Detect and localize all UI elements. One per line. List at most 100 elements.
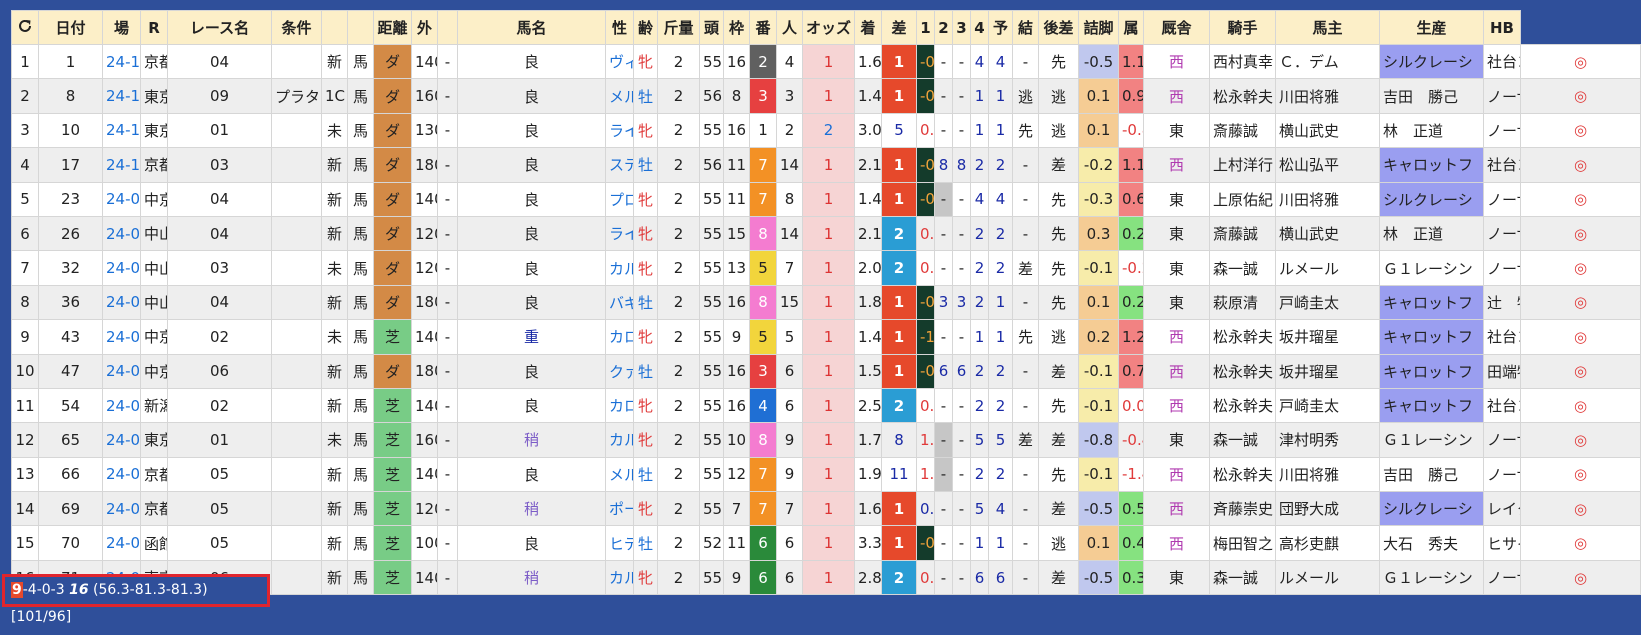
race-date-link[interactable]: 24-07/27 [102,387,141,424]
horse-name-link[interactable]: プロミストジーン [605,181,634,217]
race-date-link[interactable]: 24-10/26 [102,43,141,80]
horse-number: 15 [776,284,803,321]
surface-badge: ダ [373,181,412,217]
distance: 1800 [411,284,438,321]
table-row: 41724-10/06京都03新馬ダ1800-良ステイクオール牡256.0117… [11,147,1641,183]
row-id: 8 [38,78,103,114]
race-name [271,284,322,321]
race-name [271,456,322,493]
horse-name-link[interactable]: ライストン [605,215,634,252]
race-date-link[interactable]: 24-09/14 [102,284,141,321]
distance: 1200 [411,250,438,286]
post-frame: 8 [749,422,777,458]
predicted-style: - [1012,215,1039,252]
surface-badge: ダ [373,147,412,183]
table-row: 62624-09/22中山04新馬ダ1200-良ライストン牝255.015814… [11,215,1641,252]
corner-4: 2 [988,387,1013,424]
column-header: レース名 [167,10,272,45]
row-id: 69 [38,491,103,527]
race-date-link[interactable]: 24-08/31 [102,319,141,355]
trainer: 松永幹夫 [1209,456,1276,493]
distance: 1200 [411,215,438,252]
refresh-icon[interactable] [17,19,33,38]
actual-style: 先 [1038,250,1079,286]
horse-name-link[interactable]: カルデライト [605,422,634,458]
horse-name-link[interactable]: バギーウィップ [605,284,634,321]
actual-style: 先 [1038,43,1079,80]
horse-name-link[interactable]: カロローザ [605,319,634,355]
row-number: 1 [11,43,39,80]
horse-name-link[interactable]: クァンタムウェーブ [605,353,634,389]
race-date-link[interactable]: 24-09/22 [102,181,141,217]
trainer: 斎藤誠 [1209,112,1276,149]
horse-name-link[interactable]: ライストン [605,112,634,149]
actual-style: 逃 [1038,319,1079,355]
horse-name-link[interactable]: メルキオル [605,456,634,493]
outer-track: - [437,559,458,596]
race-date-link[interactable]: 24-10/06 [102,147,141,183]
margin: 0.3 [916,250,935,286]
horse-number: 6 [776,559,803,596]
row-number: 5 [11,181,39,217]
race-date-link[interactable]: 24-09/22 [102,215,141,252]
age: 2 [657,456,700,493]
horse-name-link[interactable]: カロローザ [605,387,634,424]
horse-name-link[interactable]: ヒデノブルースカイ [605,525,634,561]
odds: 2.1 [854,215,882,252]
owner: キャロットフ [1379,284,1484,321]
horse-name-link[interactable]: メルキオル [605,78,634,114]
corner-3: 2 [970,456,989,493]
race-date-link[interactable]: 24-06/08 [102,525,141,561]
horse-name-link[interactable]: カルデライト [605,559,634,596]
row-number: 13 [11,456,39,493]
horse-number: 9 [776,456,803,493]
venue: 中山 [140,215,168,252]
race-date-link[interactable]: 24-06/23 [102,422,141,458]
horse-name-link[interactable]: ステイクオール [605,147,634,183]
horse-number: 9 [776,422,803,458]
race-date-link[interactable]: 24-10/14 [102,78,141,114]
race-date-link[interactable]: 24-06/22 [102,456,141,493]
table-row: 115424-07/27新潟02新馬芝1400-良カロローザ牝255.01646… [11,387,1641,424]
late-diff: 0.2 [1078,319,1119,355]
late-diff: 0.1 [1078,78,1119,114]
outer-track: - [437,387,458,424]
outer-track: - [437,112,458,149]
hb-mark: ◎ [1520,250,1641,286]
affiliation: 東 [1143,112,1210,149]
odds: 2.0 [854,250,882,286]
affiliation: 東 [1143,250,1210,286]
popularity: 1 [802,525,855,561]
trainer: 梅田智之 [1209,525,1276,561]
breeder: 社台コーポレ [1483,319,1521,355]
race-date-link[interactable]: 24-08/17 [102,353,141,389]
race-class: 新 [321,491,348,527]
race-number: 09 [167,78,272,114]
owner: Ｇ１レーシン [1379,559,1484,596]
surface-badge: 芝 [373,525,412,561]
horse-name-link[interactable]: ヴィリアリート [605,43,634,80]
outer-track: - [437,353,458,389]
odds: 1.4 [854,78,882,114]
hb-mark: ◎ [1520,147,1641,183]
race-date-link[interactable]: 24-10/14 [102,112,141,149]
race-date-link[interactable]: 24-09/16 [102,250,141,286]
odds: 1.4 [854,319,882,355]
column-header: R [140,10,168,45]
weight: 55.0 [699,387,724,424]
table-row: 136624-06/22京都05新馬芝1400-良メルキオル牡255.01279… [11,456,1641,493]
column-header: 厩舎 [1143,10,1210,45]
horse-name-link[interactable]: ポートデラメール [605,491,634,527]
weight: 56.0 [699,78,724,114]
column-header: 4 [970,10,989,45]
track-condition: 良 [457,215,606,252]
actual-style: 差 [1038,491,1079,527]
horse-name-link[interactable]: カルデライト [605,250,634,286]
refresh-header-cell[interactable] [11,10,39,45]
column-header: 着 [854,10,882,45]
corner-2: - [952,181,971,217]
track-condition: 稍 [457,559,606,596]
race-date-link[interactable]: 24-06/09 [102,491,141,527]
field-size: 9 [723,319,750,355]
breeder: ノーザンファ [1483,112,1521,149]
